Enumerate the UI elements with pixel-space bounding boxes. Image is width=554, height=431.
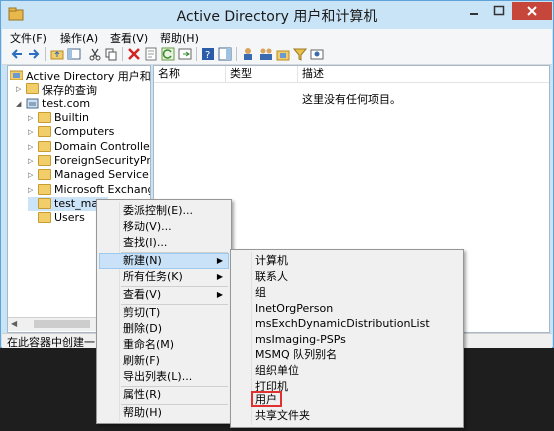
menu-properties[interactable]: 属性(R) — [123, 387, 161, 403]
scrollbar-thumb[interactable] — [34, 320, 90, 328]
folder-icon — [38, 212, 51, 223]
refresh-icon[interactable] — [161, 47, 175, 61]
submenu-msexch-ddl[interactable]: msExchDynamicDistributionList — [255, 316, 430, 332]
folder-icon — [38, 112, 51, 123]
cut-icon[interactable] — [88, 47, 102, 61]
properties-icon[interactable] — [144, 47, 158, 61]
submenu-shared-folder[interactable]: 共享文件夹 — [255, 408, 310, 424]
expand-icon[interactable]: ▷ — [16, 85, 24, 93]
menu-rename[interactable]: 重命名(M) — [123, 337, 174, 353]
ou-icon — [38, 141, 51, 152]
expand-icon[interactable]: ▷ — [28, 171, 36, 179]
status-text: 在此容器中创建一 — [7, 336, 95, 349]
column-description[interactable]: 描述 — [298, 66, 549, 83]
empty-list-message: 这里没有任何项目。 — [302, 93, 401, 106]
menu-cut[interactable]: 剪切(T) — [123, 305, 160, 321]
context-menu: 委派控制(E)... 移动(V)... 查找(I)... 新建(N) ▶ 所有任… — [96, 199, 232, 424]
title-bar: Active Directory 用户和计算机 — [1, 1, 553, 29]
submenu-user[interactable]: 用户 — [255, 392, 277, 408]
domain-icon — [26, 98, 39, 109]
folder-icon — [38, 155, 51, 166]
toolbar-separator — [236, 47, 237, 61]
menu-find[interactable]: 查找(I)... — [123, 235, 167, 251]
ad-console-icon — [9, 69, 24, 81]
menu-new[interactable]: 新建(N) — [123, 253, 162, 269]
export-list-icon[interactable] — [178, 47, 192, 61]
svg-text:?: ? — [205, 50, 210, 61]
new-ou-icon[interactable] — [276, 47, 290, 61]
expand-icon[interactable]: ▷ — [28, 143, 36, 151]
menu-delete[interactable]: 删除(D) — [123, 321, 162, 337]
menu-move[interactable]: 移动(V)... — [123, 219, 172, 235]
toolbar: ? — [2, 44, 552, 65]
submenu-computer[interactable]: 计算机 — [255, 253, 288, 269]
menu-gutter — [119, 202, 120, 421]
submenu-contact[interactable]: 联系人 — [255, 269, 288, 285]
forward-icon[interactable] — [27, 47, 41, 61]
new-user-icon[interactable] — [242, 47, 256, 61]
copy-icon[interactable] — [104, 47, 118, 61]
menu-all-tasks[interactable]: 所有任务(K) — [123, 269, 183, 285]
expand-icon[interactable]: ▷ — [28, 186, 36, 194]
delete-icon[interactable] — [127, 47, 141, 61]
expand-icon[interactable]: ▷ — [28, 157, 36, 165]
filter-icon[interactable] — [293, 47, 307, 61]
menu-bar: 文件(F) 操作(A) 查看(V) 帮助(H) — [2, 29, 552, 45]
add-to-group-icon[interactable] — [310, 47, 324, 61]
submenu-arrow-icon: ▶ — [216, 272, 223, 281]
new-group-icon[interactable] — [259, 47, 273, 61]
scroll-left-icon[interactable]: ◀ — [11, 319, 17, 328]
expand-icon[interactable]: ▷ — [28, 114, 36, 122]
minimize-button[interactable] — [462, 2, 486, 20]
folder-icon — [38, 126, 51, 137]
up-folder-icon[interactable] — [50, 47, 64, 61]
submenu-msimaging-psps[interactable]: msImaging-PSPs — [255, 332, 346, 348]
maximize-button[interactable] — [487, 2, 511, 20]
show-tree-icon[interactable] — [67, 47, 81, 61]
back-icon[interactable] — [10, 47, 24, 61]
collapse-icon[interactable]: ◢ — [16, 100, 24, 108]
toolbar-separator — [45, 47, 46, 61]
folder-icon — [26, 83, 39, 94]
menu-delegate-control[interactable]: 委派控制(E)... — [123, 203, 193, 219]
new-submenu: 计算机 联系人 组 InetOrgPerson msExchDynamicDis… — [230, 249, 464, 428]
submenu-group[interactable]: 组 — [255, 285, 266, 301]
ou-icon — [38, 198, 51, 209]
ou-icon — [38, 184, 51, 195]
column-type[interactable]: 类型 — [226, 66, 298, 83]
column-name[interactable]: 名称 — [154, 66, 226, 83]
toolbar-separator — [196, 47, 197, 61]
menu-help[interactable]: 帮助(H) — [123, 405, 162, 421]
submenu-arrow-icon: ▶ — [216, 290, 223, 299]
folder-icon — [38, 169, 51, 180]
submenu-ou[interactable]: 组织单位 — [255, 363, 299, 379]
menu-highlight — [99, 253, 229, 269]
submenu-msmq-alias[interactable]: MSMQ 队列别名 — [255, 347, 337, 363]
expand-icon[interactable]: ▷ — [28, 128, 36, 136]
help-icon[interactable]: ? — [201, 47, 215, 61]
close-button[interactable] — [512, 2, 552, 20]
menu-view[interactable]: 查看(V) — [123, 287, 161, 303]
menu-refresh[interactable]: 刷新(F) — [123, 353, 160, 369]
menu-export-list[interactable]: 导出列表(L)... — [123, 369, 192, 385]
action-pane-icon[interactable] — [218, 47, 232, 61]
toolbar-separator — [122, 47, 123, 61]
submenu-arrow-icon: ▶ — [216, 256, 223, 265]
submenu-inetorgperson[interactable]: InetOrgPerson — [255, 301, 333, 317]
